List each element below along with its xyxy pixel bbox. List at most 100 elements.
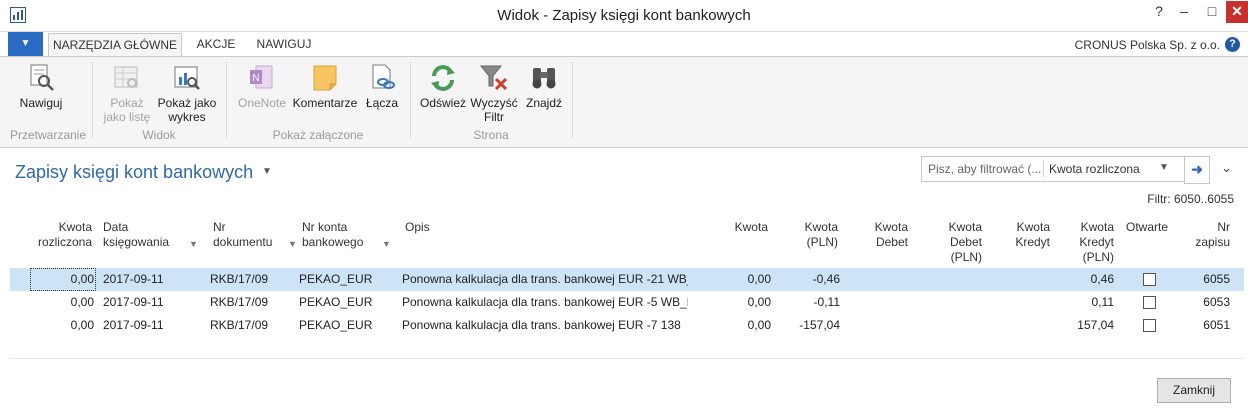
svg-text:N: N (252, 73, 259, 84)
links-label: Łącza (365, 96, 399, 110)
cell-applied-amount[interactable]: 0,00 (30, 314, 94, 337)
header-text: Kwota (874, 220, 908, 234)
show-chart-label-1: Pokaż jako (157, 96, 217, 110)
help-window-button[interactable]: ? (1145, 1, 1173, 23)
cell-bank-account[interactable]: PEKAO_EUR (299, 268, 389, 291)
refresh-button[interactable]: Odśwież (416, 62, 470, 110)
help-icon[interactable]: ? (1225, 37, 1240, 52)
tab-actions[interactable]: AKCJE (190, 33, 242, 56)
col-header-entry-no[interactable]: Nr zapisu (1180, 220, 1230, 250)
col-header-debit[interactable]: Kwota Debet (850, 220, 908, 250)
minimize-button[interactable]: – (1170, 1, 1198, 23)
close-window-button[interactable]: ✕ (1226, 1, 1248, 23)
cell-entry-no[interactable]: 6051 (1180, 314, 1230, 337)
cell-credit-lcy[interactable]: 0,11 (1056, 291, 1114, 314)
cell-description[interactable]: Ponowna kalkulacja dla trans. bankowej E… (402, 314, 688, 337)
header-text: Nr (213, 220, 226, 234)
group-label-page: Strona (473, 128, 509, 142)
navigate-button[interactable]: Nawiguj (14, 62, 68, 110)
group-label-show-attached: Pokaż załączone (272, 128, 364, 142)
onenote-button[interactable]: N OneNote (234, 62, 290, 110)
ribbon-divider (92, 62, 93, 138)
cell-amount[interactable]: 0,00 (700, 314, 771, 337)
cell-amount[interactable]: 0,00 (700, 268, 771, 291)
filter-field-select[interactable]: Kwota rozliczona (1049, 162, 1140, 176)
apply-filter-arrow-icon[interactable]: ➜ (1184, 156, 1210, 184)
col-header-description[interactable]: Opis (405, 220, 605, 235)
close-button[interactable]: Zamknij (1157, 378, 1231, 403)
cell-applied-amount[interactable]: 0,00 (30, 291, 94, 314)
header-text: Kwota (1080, 220, 1114, 234)
ribbon-divider (410, 62, 411, 138)
cell-entry-no[interactable]: 6053 (1180, 291, 1230, 314)
tab-navigate[interactable]: NAWIGUJ (250, 33, 318, 56)
refresh-label: Odśwież (419, 96, 466, 110)
page-title[interactable]: Zapisy księgi kont bankowych (15, 162, 253, 183)
header-text: Nr konta (302, 220, 348, 234)
collapse-chevron-icon[interactable]: ⌄ (1221, 160, 1232, 176)
cell-credit-lcy[interactable]: 157,04 (1056, 314, 1114, 337)
col-header-amount[interactable]: Kwota (700, 220, 768, 235)
cell-document-no[interactable]: RKB/17/09 (210, 291, 294, 314)
cell-amount-lcy[interactable]: -0,46 (780, 268, 840, 291)
cell-posting-date[interactable]: 2017-09-11 (103, 268, 203, 291)
grid-bottom-divider (10, 358, 1244, 359)
comments-button[interactable]: Komentarze (291, 62, 359, 110)
show-as-list-button[interactable]: Pokaż jako listę (97, 62, 157, 124)
chart-icon (174, 66, 200, 90)
header-text: Nr (1217, 220, 1230, 234)
header-text: Kwota (1016, 220, 1050, 234)
open-checkbox[interactable] (1143, 296, 1156, 309)
comment-note-icon (313, 65, 337, 91)
header-text: Kwota (58, 220, 92, 234)
header-text: księgowania (103, 235, 170, 249)
cell-amount-lcy[interactable]: -0,11 (780, 291, 840, 314)
links-button[interactable]: Łącza (362, 62, 402, 110)
application-menu-button[interactable]: ▼ (8, 32, 43, 56)
tab-home[interactable]: NARZĘDZIA GŁÓWNE (48, 33, 182, 58)
cell-posting-date[interactable]: 2017-09-11 (103, 314, 203, 337)
col-header-credit-lcy[interactable]: Kwota Kredyt (PLN) (1056, 220, 1114, 265)
show-as-chart-button[interactable]: Pokaż jako wykres (155, 62, 219, 124)
clear-filter-icon (479, 65, 508, 91)
open-checkbox[interactable] (1143, 273, 1156, 286)
col-header-credit[interactable]: Kwota Kredyt (992, 220, 1050, 250)
col-header-open[interactable]: Otwarte (1126, 220, 1176, 235)
chevron-down-icon[interactable]: ▼ (1159, 162, 1169, 173)
header-text: Kwota (804, 220, 838, 234)
header-text: Data (103, 220, 129, 234)
clear-filter-button[interactable]: Wyczyść Filtr (468, 62, 520, 124)
page-title-dropdown-icon[interactable]: ▼ (262, 166, 272, 177)
binoculars-icon (532, 68, 556, 89)
cell-document-no[interactable]: RKB/17/09 (210, 314, 294, 337)
cell-bank-account[interactable]: PEKAO_EUR (299, 314, 389, 337)
cell-amount-lcy[interactable]: -157,04 (780, 314, 840, 337)
refresh-icon (431, 65, 455, 91)
cell-document-no[interactable]: RKB/17/09 (210, 268, 294, 291)
onenote-icon: N (250, 65, 273, 89)
cell-description[interactable]: Ponowna kalkulacja dla trans. bankowej E… (402, 291, 688, 314)
ribbon-divider (226, 62, 227, 138)
search-input[interactable]: Pisz, aby filtrować (... (928, 162, 1041, 176)
col-header-document-no[interactable]: Nr dokumentu ▼ (213, 220, 297, 250)
find-label: Znajdź (525, 96, 563, 110)
cell-credit-lcy[interactable]: 0,46 (1056, 268, 1114, 291)
sort-descending-icon: ▼ (189, 239, 198, 249)
find-button[interactable]: Znajdź (522, 62, 566, 110)
header-text: rozliczona (37, 235, 92, 249)
col-header-applied-amount[interactable]: Kwota rozliczona (30, 220, 92, 250)
header-text: Kwota (948, 220, 982, 234)
cell-bank-account[interactable]: PEKAO_EUR (299, 291, 389, 314)
col-header-posting-date[interactable]: Data księgowania ▼ (103, 220, 203, 250)
cell-entry-no[interactable]: 6055 (1180, 268, 1230, 291)
cell-amount[interactable]: 0,00 (700, 291, 771, 314)
clear-filter-label-1: Wyczyść (470, 96, 518, 110)
col-header-amount-lcy[interactable]: Kwota (PLN) (780, 220, 838, 250)
cell-applied-amount[interactable]: 0,00 (30, 268, 94, 291)
open-checkbox[interactable] (1143, 319, 1156, 332)
col-header-debit-lcy[interactable]: Kwota Debet (PLN) (922, 220, 982, 265)
col-header-bank-account[interactable]: Nr konta bankowego ▼ (302, 220, 392, 250)
cell-description[interactable]: Ponowna kalkulacja dla trans. bankowej E… (402, 268, 688, 291)
cell-posting-date[interactable]: 2017-09-11 (103, 291, 203, 314)
maximize-button[interactable]: □ (1198, 1, 1226, 23)
